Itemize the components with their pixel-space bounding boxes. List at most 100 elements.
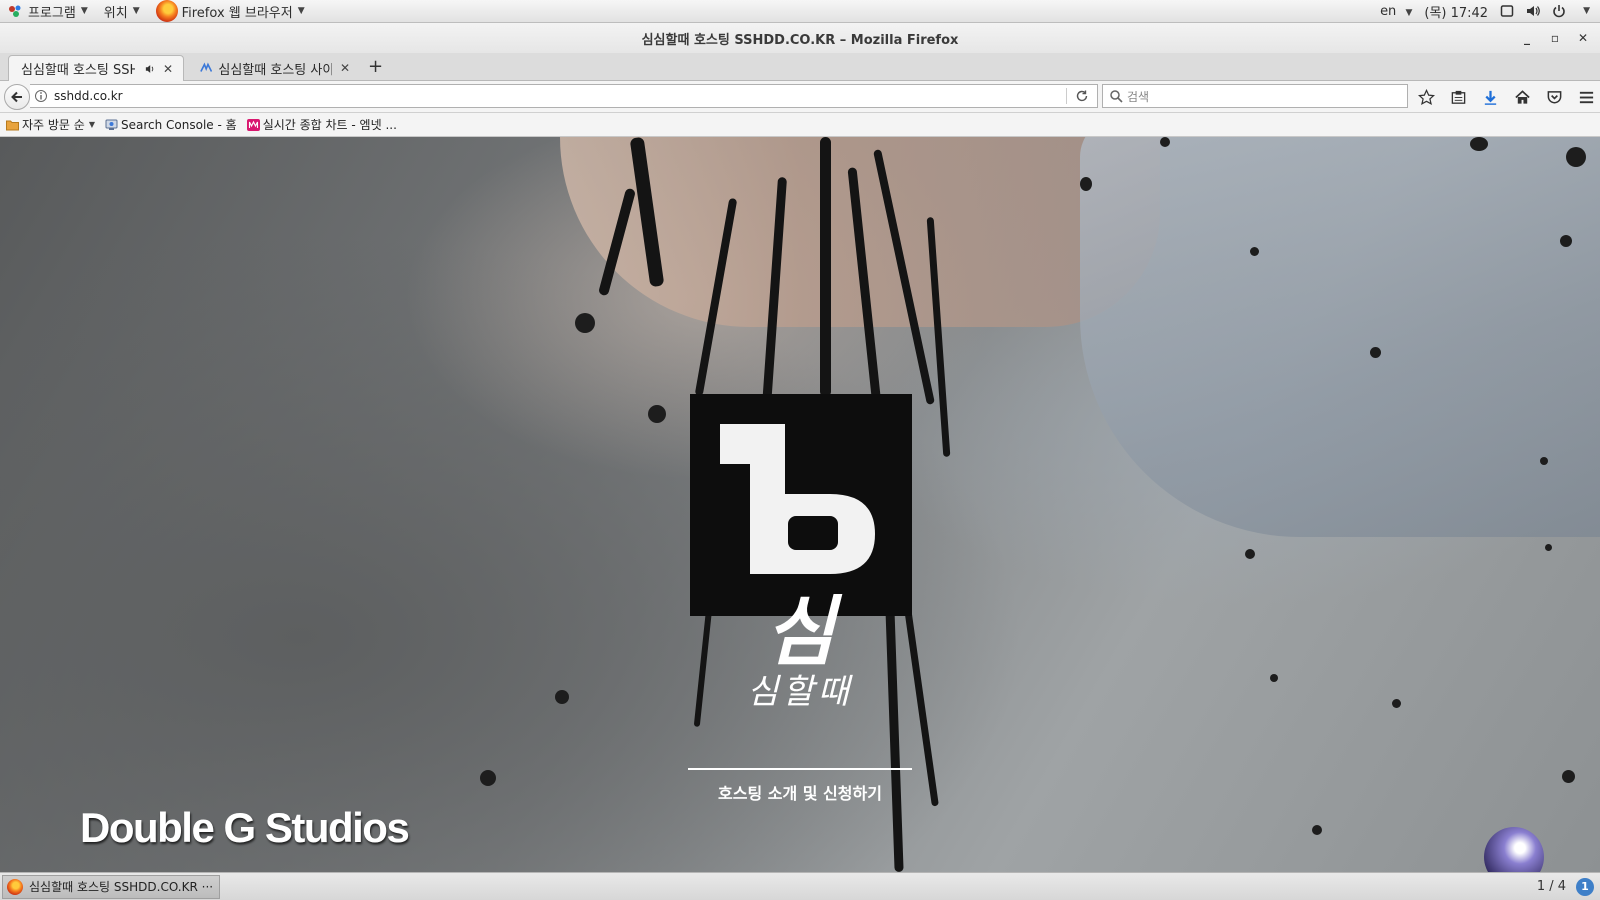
reload-icon[interactable] (1075, 89, 1089, 103)
navigation-toolbar: sshdd.co.kr 검색 (0, 81, 1600, 113)
logo-divider (688, 768, 912, 770)
folder-icon (6, 120, 19, 130)
keyboard-layout-label: en (1380, 3, 1397, 19)
power-icon[interactable] (1552, 4, 1566, 18)
tab-bar: 심심할때 호스팅 SSH... ✕ 심심할때 호스팅 사이... ✕ + (0, 53, 1600, 81)
keyboard-layout-menu[interactable]: en ▼ (1380, 4, 1412, 19)
ink-splatter (1560, 235, 1572, 247)
ink-splatter (1392, 699, 1401, 708)
close-window-button[interactable]: ✕ (1576, 31, 1590, 45)
firefox-icon (7, 878, 23, 895)
url-bar[interactable]: sshdd.co.kr (30, 84, 1098, 108)
mnet-icon (246, 118, 260, 131)
home-icon[interactable] (1514, 89, 1531, 106)
bookmarks-toolbar: 자주 방문 순 ▼ Search Console - 홈 실시간 종합 차트 -… (0, 113, 1600, 137)
arrow-left-icon (11, 91, 22, 102)
ink-splatter (1562, 770, 1575, 783)
ink-splatter (1160, 137, 1170, 147)
page-viewport: 심 심할때 호스팅 소개 및 신청하기 Double G Studios (0, 137, 1600, 872)
tab-label: 심심할때 호스팅 사이... (218, 62, 332, 78)
brand-logo-glyph (720, 424, 875, 574)
window-title: 심심할때 호스팅 SSHDD.CO.KR – Mozilla Firefox (641, 32, 959, 48)
hero-sleeve-image (1080, 137, 1600, 537)
taskbar-item-label: 심심할때 호스팅 SSHDD.CO.KR ··· (29, 880, 214, 894)
ink-drip (693, 607, 713, 727)
app-menu-label: Firefox 웹 브라우저 (181, 5, 293, 21)
ink-splatter (1540, 457, 1548, 465)
ink-splatter (648, 405, 666, 423)
pocket-icon[interactable] (1546, 89, 1563, 106)
notification-icon[interactable]: 1 (1576, 877, 1594, 896)
cinema4d-badge-icon (1484, 827, 1544, 872)
brand-logo[interactable] (690, 394, 912, 616)
chevron-down-icon: ▼ (80, 6, 88, 16)
firefox-icon (155, 0, 178, 22)
ink-drip (820, 137, 831, 397)
bookmark-label: Search Console - 홈 (121, 118, 237, 132)
maximize-button[interactable]: ▫ (1548, 31, 1562, 45)
ink-splatter (1270, 674, 1278, 682)
logo-script-small: 심할때 (747, 672, 853, 712)
site-favicon-icon (200, 62, 213, 72)
logo-script-big: 심 (765, 587, 835, 676)
chevron-down-icon: ▼ (1405, 7, 1413, 18)
ink-splatter (575, 313, 595, 333)
search-bar[interactable]: 검색 (1102, 84, 1408, 108)
tab-sshdd-site[interactable]: 심심할때 호스팅 사이... ✕ (188, 55, 360, 81)
ink-drip (885, 606, 904, 872)
bookmark-star-icon[interactable] (1418, 88, 1435, 106)
bookmark-label: 자주 방문 순 (22, 118, 85, 132)
applications-label: 프로그램 (28, 5, 76, 21)
minimize-button[interactable]: _ (1520, 31, 1534, 45)
bookmark-label: 실시간 종합 차트 - 엠넷 ... (262, 118, 397, 132)
bookmark-mnet-chart[interactable]: 실시간 종합 차트 - 엠넷 ... (246, 116, 397, 133)
taskbar-firefox-window[interactable]: 심심할때 호스팅 SSHDD.CO.KR ··· (2, 874, 220, 899)
ink-splatter (1080, 177, 1092, 191)
search-icon (1110, 90, 1123, 103)
window-overview-icon[interactable] (1500, 4, 1514, 18)
gnome-top-bar: 프로그램 ▼ 위치 ▼ Firefox 웹 브라우저 ▼ en ▼ (목) 17… (0, 0, 1600, 23)
chevron-down-icon: ▼ (132, 6, 140, 16)
ink-splatter (1545, 544, 1552, 551)
workspace-pager[interactable]: 1 / 4 (1537, 879, 1566, 894)
places-menu[interactable]: 위치 ▼ (96, 0, 148, 23)
tab-sshdd[interactable]: 심심할때 호스팅 SSH... ✕ (8, 55, 184, 81)
url-text[interactable]: sshdd.co.kr (54, 89, 1066, 103)
window-titlebar[interactable]: 심심할때 호스팅 SSHDD.CO.KR – Mozilla Firefox _… (0, 23, 1600, 53)
app-menu[interactable]: Firefox 웹 브라우저 ▼ (148, 0, 313, 23)
hamburger-menu-icon[interactable] (1578, 89, 1595, 106)
places-label: 위치 (103, 5, 128, 21)
bookmarks-library-icon[interactable] (1450, 89, 1467, 106)
system-menu-chevron-icon[interactable]: ▼ (1583, 6, 1590, 16)
close-tab-icon[interactable]: ✕ (340, 61, 350, 75)
chevron-down-icon: ▼ (297, 6, 305, 16)
ink-splatter (1370, 347, 1381, 358)
download-icon[interactable] (1482, 89, 1499, 106)
ink-drip (904, 607, 939, 807)
new-tab-button[interactable]: + (368, 56, 383, 77)
ink-splatter (1470, 137, 1488, 151)
url-separator (1066, 88, 1067, 104)
bookmark-search-console[interactable]: Search Console - 홈 (105, 116, 237, 133)
brand-logo-script: 심 심할때 (740, 587, 860, 713)
search-console-icon (105, 119, 118, 130)
close-tab-icon[interactable]: ✕ (163, 62, 173, 76)
search-placeholder: 검색 (1127, 89, 1150, 104)
applications-menu[interactable]: 프로그램 ▼ (0, 0, 96, 23)
ink-splatter (480, 770, 496, 786)
tab-label: 심심할때 호스팅 SSH... (21, 63, 135, 78)
speaker-icon[interactable] (145, 63, 155, 75)
ink-splatter (1312, 825, 1322, 835)
bookmark-most-visited[interactable]: 자주 방문 순 ▼ (6, 116, 95, 133)
ink-splatter (1250, 247, 1259, 256)
ink-splatter (1245, 549, 1255, 559)
clock[interactable]: (목) 17:42 (1424, 2, 1488, 21)
video-watermark: Double G Studios (80, 804, 410, 851)
hosting-intro-link[interactable]: 호스팅 소개 및 신청하기 (688, 780, 912, 804)
back-button[interactable] (4, 83, 30, 110)
applications-icon (9, 5, 21, 17)
info-icon[interactable] (34, 89, 48, 103)
ink-splatter (1566, 147, 1586, 167)
volume-icon[interactable] (1526, 4, 1540, 18)
chevron-down-icon: ▼ (88, 120, 95, 129)
